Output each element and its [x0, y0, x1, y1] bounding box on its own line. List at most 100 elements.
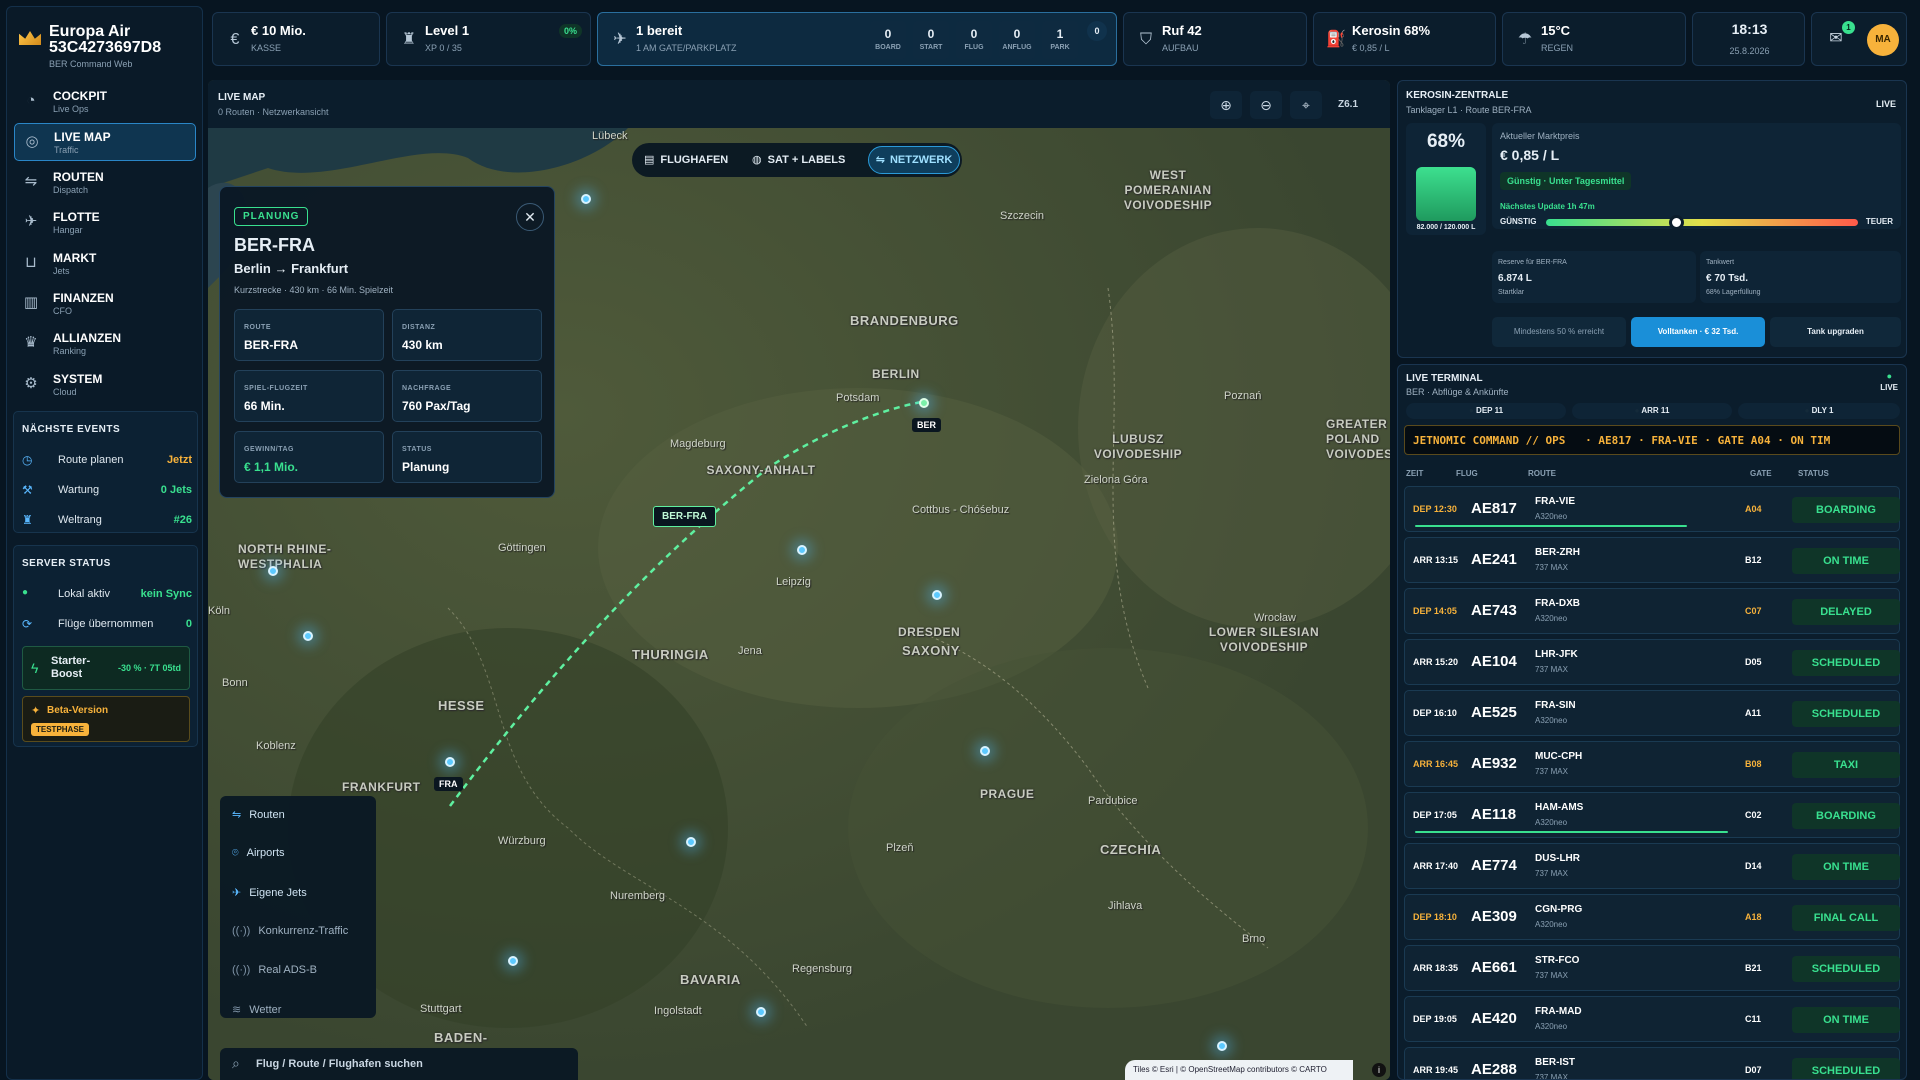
flight-number: AE420	[1471, 1010, 1517, 1027]
level-widget[interactable]: ♜ Level 1 XP 0 / 35 0%	[386, 12, 591, 66]
airport-marker[interactable]	[508, 956, 518, 966]
beta-panel[interactable]: ✦ Beta-Version TESTPHASE	[22, 696, 190, 742]
level-percent: 0%	[558, 24, 582, 38]
flight-time: DEP 18:10	[1413, 912, 1457, 922]
flight-row[interactable]: DEP 16:10 AE525 FRA-SIN A320neo A11 SCHEDULED	[1404, 690, 1900, 736]
info-icon[interactable]: i	[1372, 1063, 1386, 1077]
layer-routen[interactable]: ⇋ Routen	[232, 808, 285, 828]
flight-row[interactable]: ARR 16:45 AE932 MUC-CPH 737 MAX B08 TAXI	[1404, 741, 1900, 787]
kerosene-widget[interactable]: ⛽ Kerosin 68% € 0,85 / L	[1313, 12, 1496, 66]
nav-system[interactable]: ⚙ SYSTEM Cloud	[14, 366, 196, 404]
cell-value: BER-FRA	[244, 338, 298, 352]
status-badge: ON TIME	[1792, 1007, 1900, 1033]
tab-dly[interactable]: ● DLY 1	[1738, 403, 1900, 419]
search-input[interactable]: Flug / Route / Flughafen suchen	[256, 1058, 423, 1070]
brand[interactable]: Europa Air 53C4273697D8 BER Command Web	[15, 17, 195, 71]
airport-marker[interactable]	[756, 1007, 766, 1017]
airport-marker[interactable]	[932, 590, 942, 600]
counter-number: 0	[884, 27, 892, 41]
airport-marker[interactable]	[581, 194, 591, 204]
flight-row[interactable]: ARR 19:45 AE288 BER-IST 737 MAX D07 SCHEDULED	[1404, 1047, 1900, 1080]
weather-widget[interactable]: ☂ 15°C REGEN	[1502, 12, 1686, 66]
reserve-box: Reserve für BER-FRA 6.874 L Startklar	[1492, 251, 1696, 303]
airport-marker[interactable]	[303, 631, 313, 641]
tank-percent: 68%	[1426, 131, 1466, 152]
flight-row[interactable]: ARR 15:20 AE104 LHR-JFK 737 MAX D05 SCHEDULED	[1404, 639, 1900, 685]
city-label: Magdeburg	[670, 438, 726, 450]
locate-button[interactable]: ⌖	[1290, 91, 1322, 119]
nav-live-map[interactable]: ◎ LIVE MAP Traffic	[14, 123, 196, 161]
flight-row[interactable]: ARR 18:35 AE661 STR-FCO 737 MAX B21 SCHEDULED	[1404, 945, 1900, 991]
update-countdown: Nächstes Update 1h 47m	[1500, 202, 1595, 211]
nav-routen[interactable]: ⇋ ROUTEN Dispatch	[14, 164, 196, 202]
flight-row[interactable]: DEP 14:05 AE743 FRA-DXB A320neo C07 DELAYED	[1404, 588, 1900, 634]
nav-finanzen[interactable]: ▥ FINANZEN CFO	[14, 285, 196, 323]
flight-route: STR-FCO	[1535, 955, 1580, 966]
nav-cockpit[interactable]: ◔ COCKPIT Live Ops	[14, 83, 196, 121]
city-label: Szczecin	[1000, 210, 1045, 222]
counter-flug: 0 FLUG	[956, 21, 992, 59]
flight-row[interactable]: DEP 18:10 AE309 CGN-PRG A320neo A18 FINAL CAL…	[1404, 894, 1900, 940]
event-value: #26	[173, 514, 192, 526]
flight-row[interactable]: ARR 17:40 AE774 DUS-LHR 737 MAX D14 ON TIME	[1404, 843, 1900, 889]
flight-row[interactable]: DEP 19:05 AE420 FRA-MAD A320neo C11 ON TIME	[1404, 996, 1900, 1042]
airport-marker[interactable]	[268, 566, 278, 576]
airport-marker-fra[interactable]	[445, 757, 455, 767]
fleet-status-widget[interactable]: ✈ 1 bereit 1 AM GATE/PARKPLATZ 0 BOARD 0 S…	[597, 12, 1117, 66]
tab-arr[interactable]: ● ARR 11	[1572, 403, 1732, 419]
flight-row[interactable]: DEP 17:05 AE118 HAM-AMS A320neo C02 BOARDING	[1404, 792, 1900, 838]
close-icon[interactable]: ✕	[516, 203, 544, 231]
aircraft-type: 737 MAX	[1535, 1073, 1568, 1080]
toggle-flughafen[interactable]: ▤ FLUGHAFEN	[644, 143, 728, 177]
event-wartung[interactable]: ⚒ Wartung 0 Jets	[22, 482, 192, 500]
col-header-flight: FLUG	[1456, 469, 1478, 478]
refuel-button[interactable]: Volltanken · € 32 Tsd.	[1631, 317, 1765, 347]
brand-subtitle: BER Command Web	[49, 59, 133, 69]
sparkle-icon: ✦	[31, 705, 41, 717]
airport-marker[interactable]	[686, 837, 696, 847]
cell-route: ROUTE BER-FRA	[234, 309, 384, 361]
layer-konkurrenz[interactable]: ((·)) Konkurrenz-Traffic	[232, 925, 348, 945]
cash-widget[interactable]: € € 10 Mio. KASSE	[212, 12, 380, 66]
tank-upgrade-button[interactable]: Tank upgraden	[1770, 317, 1901, 347]
counter-extra: 0	[1087, 21, 1107, 41]
nav-markt[interactable]: ⊔ MARKT Jets	[14, 245, 196, 283]
event-route-planen[interactable]: ◷ Route planen Jetzt	[22, 452, 192, 470]
counter-number: 0	[1013, 27, 1021, 41]
reputation-widget[interactable]: ⛉ Ruf 42 AUFBAU	[1123, 12, 1307, 66]
avatar[interactable]: MA	[1867, 24, 1899, 56]
network-icon: ⇋	[875, 154, 885, 166]
map-search[interactable]: ⌕ Flug / Route / Flughafen suchen	[220, 1048, 578, 1080]
airport-marker-ber[interactable]	[919, 398, 929, 408]
route-card: PLANUNG ✕ BER-FRA Berlin → Frankfurt Kur…	[219, 186, 555, 498]
toggle-netzwerk[interactable]: ⇋ NETZWERK	[868, 146, 960, 174]
flight-number: AE743	[1471, 602, 1517, 619]
zoom-out-button[interactable]: ⊖	[1250, 91, 1282, 119]
flight-time: ARR 15:20	[1413, 657, 1459, 667]
airport-marker[interactable]	[797, 545, 807, 555]
min-reached-button[interactable]: Mindestens 50 % erreicht	[1492, 317, 1626, 347]
layer-airports[interactable]: ⌾ Airports	[232, 847, 285, 867]
zoom-in-button[interactable]: ⊕	[1210, 91, 1242, 119]
starter-boost[interactable]: ϟ Starter-Boost -30 % · 7T 05td	[22, 646, 190, 690]
airport-marker[interactable]	[980, 746, 990, 756]
flight-row[interactable]: DEP 12:30 AE817 FRA-VIE A320neo A04 BOARDING	[1404, 486, 1900, 532]
nav-flotte[interactable]: ✈ FLOTTE Hangar	[14, 204, 196, 242]
col-header-route: ROUTE	[1528, 469, 1556, 478]
tab-dep[interactable]: ● DEP 11	[1406, 403, 1566, 419]
airport-marker[interactable]	[1217, 1041, 1227, 1051]
layer-wetter[interactable]: ≋ Wetter	[232, 1003, 281, 1023]
route-tag[interactable]: BER-FRA	[653, 506, 716, 527]
layer-eigene-jets[interactable]: ✈ Eigene Jets	[232, 886, 307, 906]
flight-row[interactable]: ARR 13:15 AE241 BER-ZRH 737 MAX B12 ON TIME	[1404, 537, 1900, 583]
toggle-sat[interactable]: ◍ SAT + LABELS	[752, 143, 845, 177]
event-weltrang[interactable]: ♜ Weltrang #26	[22, 512, 192, 530]
toggle-label: FLUGHAFEN	[660, 154, 729, 166]
nav-allianzen[interactable]: ♛ ALLIANZEN Ranking	[14, 325, 196, 363]
status-badge: ON TIME	[1792, 548, 1900, 574]
region-label: FRANKFURT	[342, 780, 421, 794]
layer-adsb[interactable]: ((·)) Real ADS-B	[232, 964, 317, 984]
plane-icon: ✈	[232, 887, 242, 899]
server-label: Lokal aktiv	[58, 588, 110, 600]
gate: D05	[1745, 657, 1762, 667]
